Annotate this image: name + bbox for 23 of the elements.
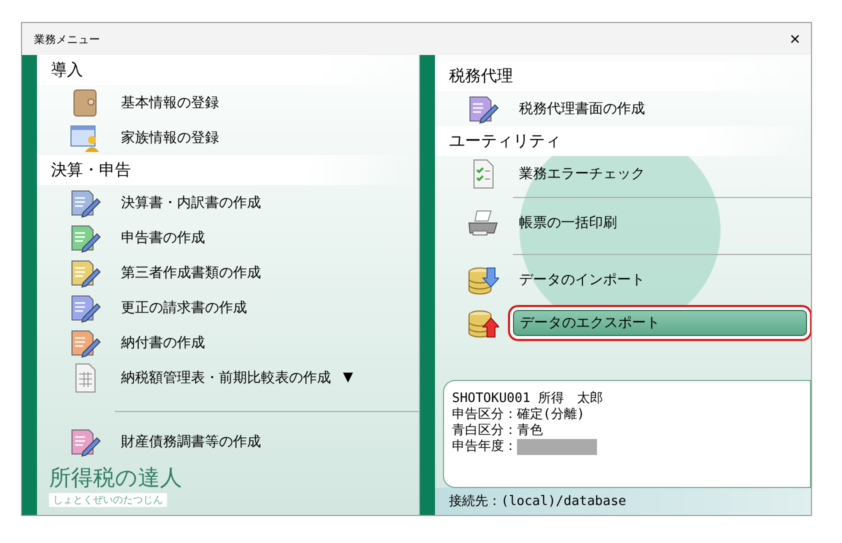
menu-item[interactable]: 税務代理書面の作成 [513, 96, 651, 120]
menu-item[interactable]: 業務エラーチェック [513, 162, 651, 186]
logo-title: 所得税の達人 [49, 465, 182, 493]
menu-item[interactable]: 帳票の一括印刷 [513, 211, 623, 235]
status-bar: 接続先：(local)/database [435, 488, 811, 515]
menu-item[interactable]: 納税額管理表・前期比較表の作成 [115, 366, 337, 390]
menu-item[interactable]: 申告書の作成 [115, 226, 211, 250]
menu-item[interactable]: 基本情報の登録 [115, 90, 225, 114]
menu-item[interactable]: データのインポート [513, 268, 651, 292]
menu-item[interactable]: 財産債務調書等の作成 [115, 430, 267, 454]
close-button[interactable]: × [779, 24, 811, 54]
window-title: 業務メニュー [34, 32, 100, 46]
dropdown-arrow[interactable]: ▼ [343, 370, 353, 385]
info-line: 申告年度： [452, 439, 517, 455]
menu-item[interactable]: 決算書・内訳書の作成 [115, 190, 267, 214]
menu-item[interactable]: 更正の請求書の作成 [115, 296, 253, 320]
info-line: 青白区分：青色 [452, 423, 543, 439]
info-line: SHOTOKU001 所得 太郎 [452, 391, 604, 407]
info-line: 申告区分：確定(分離) [452, 407, 585, 423]
menu-item[interactable]: 家族情報の登録 [115, 126, 225, 150]
menu-item[interactable]: 納付書の作成 [115, 330, 211, 354]
menu-item[interactable]: 第三者作成書類の作成 [115, 260, 267, 284]
logo-subtitle: しょとくぜいのたつじん [49, 493, 167, 507]
